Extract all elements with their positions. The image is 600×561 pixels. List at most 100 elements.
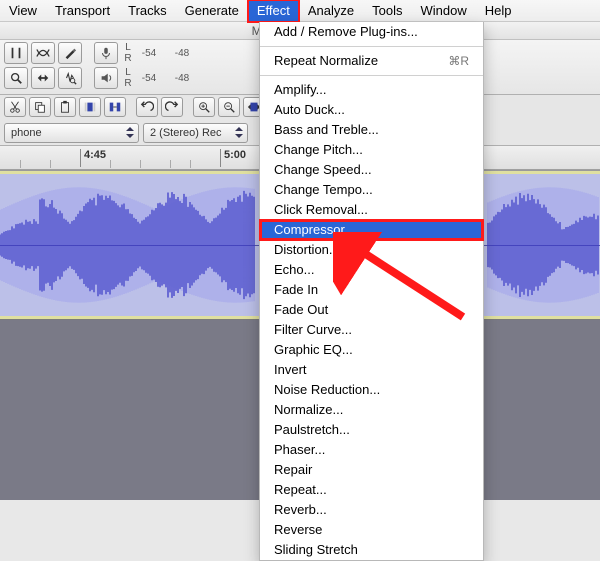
- paste-button[interactable]: [54, 97, 76, 117]
- menu-item-label: Compressor...: [274, 220, 355, 240]
- timeline-tick-major: 5:00: [220, 149, 221, 167]
- menu-item-repeat[interactable]: Repeat...: [260, 480, 483, 500]
- chevron-updown-icon: [234, 128, 244, 138]
- menu-item-reverb[interactable]: Reverb...: [260, 500, 483, 520]
- menu-item-label: Amplify...: [274, 80, 327, 100]
- menu-item-click-removal[interactable]: Click Removal...: [260, 200, 483, 220]
- silence-button[interactable]: [104, 97, 126, 117]
- timeline-tick-minor: [190, 160, 191, 168]
- menu-item-label: Repeat...: [274, 480, 327, 500]
- menu-item-echo[interactable]: Echo...: [260, 260, 483, 280]
- cut-button[interactable]: [4, 97, 26, 117]
- menu-item-label: Echo...: [274, 260, 314, 280]
- zoom-out-button[interactable]: [218, 97, 240, 117]
- menu-generate[interactable]: Generate: [176, 0, 248, 22]
- undo-button[interactable]: [136, 97, 158, 117]
- copy-button[interactable]: [29, 97, 51, 117]
- playback-meter-speaker-icon[interactable]: [94, 67, 118, 89]
- menu-item-label: Paulstretch...: [274, 420, 350, 440]
- menu-item-filter-curve[interactable]: Filter Curve...: [260, 320, 483, 340]
- meter-db-tick: -48: [167, 73, 197, 84]
- meter-db-tick: -54: [134, 48, 164, 59]
- menu-item-label: Filter Curve...: [274, 320, 352, 340]
- menu-item-label: Bass and Treble...: [274, 120, 379, 140]
- menu-item-bass-and-treble[interactable]: Bass and Treble...: [260, 120, 483, 140]
- menu-view[interactable]: View: [0, 0, 46, 22]
- timeline-tick-minor: [20, 160, 21, 168]
- zoom-tool-button[interactable]: [4, 67, 28, 89]
- meter-db-tick: -54: [134, 73, 164, 84]
- menu-item-add-remove-plug-ins[interactable]: Add / Remove Plug-ins...: [260, 22, 483, 42]
- menubar: ViewTransportTracksGenerateEffectAnalyze…: [0, 0, 600, 22]
- menu-item-fade-in[interactable]: Fade In: [260, 280, 483, 300]
- menu-item-repair[interactable]: Repair: [260, 460, 483, 480]
- menu-item-distortion[interactable]: Distortion...: [260, 240, 483, 260]
- draw-tool-button[interactable]: [58, 42, 82, 64]
- menu-item-graphic-eq[interactable]: Graphic EQ...: [260, 340, 483, 360]
- menu-analyze[interactable]: Analyze: [299, 0, 363, 22]
- menu-item-compressor[interactable]: Compressor...: [260, 220, 483, 240]
- chevron-updown-icon: [125, 128, 135, 138]
- selection-tool-button[interactable]: [4, 42, 28, 64]
- menu-item-fade-out[interactable]: Fade Out: [260, 300, 483, 320]
- record-channels-select[interactable]: 2 (Stereo) Rec: [143, 123, 248, 143]
- output-device-value: phone: [11, 127, 42, 139]
- multi-tool-button[interactable]: [58, 67, 82, 89]
- timeline-tick-label: 4:45: [84, 149, 106, 161]
- menu-item-noise-reduction[interactable]: Noise Reduction...: [260, 380, 483, 400]
- envelope-tool-button[interactable]: [31, 42, 55, 64]
- menu-window[interactable]: Window: [411, 0, 475, 22]
- menu-tracks[interactable]: Tracks: [119, 0, 176, 22]
- menu-item-label: Distortion...: [274, 240, 340, 260]
- menu-item-label: Reverb...: [274, 500, 327, 520]
- menu-item-label: Fade Out: [274, 300, 328, 320]
- menu-item-repeat-normalize[interactable]: Repeat Normalize⌘R: [260, 51, 483, 71]
- menu-item-label: Change Speed...: [274, 160, 372, 180]
- menu-item-label: Repair: [274, 460, 312, 480]
- trim-button[interactable]: [79, 97, 101, 117]
- menu-item-label: Add / Remove Plug-ins...: [274, 22, 418, 42]
- menu-item-paulstretch[interactable]: Paulstretch...: [260, 420, 483, 440]
- meter-db-tick: -48: [167, 48, 197, 59]
- menu-item-label: Sliding Stretch: [274, 540, 358, 560]
- menu-item-label: Reverse: [274, 520, 322, 540]
- menu-item-label: Change Pitch...: [274, 140, 363, 160]
- timeline-tick-minor: [170, 160, 171, 168]
- timeline-tick-major: 4:45: [80, 149, 81, 167]
- timeshift-tool-button[interactable]: [31, 67, 55, 89]
- menu-item-reverse[interactable]: Reverse: [260, 520, 483, 540]
- menu-item-phaser[interactable]: Phaser...: [260, 440, 483, 460]
- menu-help[interactable]: Help: [476, 0, 521, 22]
- timeline-tick-minor: [50, 160, 51, 168]
- redo-button[interactable]: [161, 97, 183, 117]
- menu-item-label: Click Removal...: [274, 200, 368, 220]
- menu-item-label: Invert: [274, 360, 307, 380]
- menu-item-sliding-stretch[interactable]: Sliding Stretch: [260, 540, 483, 560]
- record-channels-value: 2 (Stereo) Rec: [150, 127, 222, 139]
- menu-item-change-speed[interactable]: Change Speed...: [260, 160, 483, 180]
- menu-item-label: Auto Duck...: [274, 100, 345, 120]
- menu-item-amplify[interactable]: Amplify...: [260, 80, 483, 100]
- timeline-tick-label: 5:00: [224, 149, 246, 161]
- menu-item-label: Phaser...: [274, 440, 325, 460]
- menu-separator: [260, 46, 483, 47]
- output-device-select[interactable]: phone: [4, 123, 139, 143]
- timeline-tick-minor: [140, 160, 141, 168]
- timeline-tick-minor: [110, 160, 111, 168]
- menu-separator: [260, 75, 483, 76]
- menu-item-change-pitch[interactable]: Change Pitch...: [260, 140, 483, 160]
- effect-menu-dropdown: Add / Remove Plug-ins... Repeat Normalize…: [259, 22, 484, 561]
- menu-item-invert[interactable]: Invert: [260, 360, 483, 380]
- menu-transport[interactable]: Transport: [46, 0, 119, 22]
- menu-item-auto-duck[interactable]: Auto Duck...: [260, 100, 483, 120]
- menu-effect[interactable]: Effect: [248, 0, 299, 22]
- menu-item-label: Noise Reduction...: [274, 380, 380, 400]
- menu-item-normalize[interactable]: Normalize...: [260, 400, 483, 420]
- menu-item-label: Repeat Normalize: [274, 51, 378, 71]
- menu-item-label: Fade In: [274, 280, 318, 300]
- menu-item-label: Normalize...: [274, 400, 343, 420]
- record-meter-mic-icon[interactable]: [94, 42, 118, 64]
- zoom-in-button[interactable]: [193, 97, 215, 117]
- menu-item-change-tempo[interactable]: Change Tempo...: [260, 180, 483, 200]
- menu-tools[interactable]: Tools: [363, 0, 411, 22]
